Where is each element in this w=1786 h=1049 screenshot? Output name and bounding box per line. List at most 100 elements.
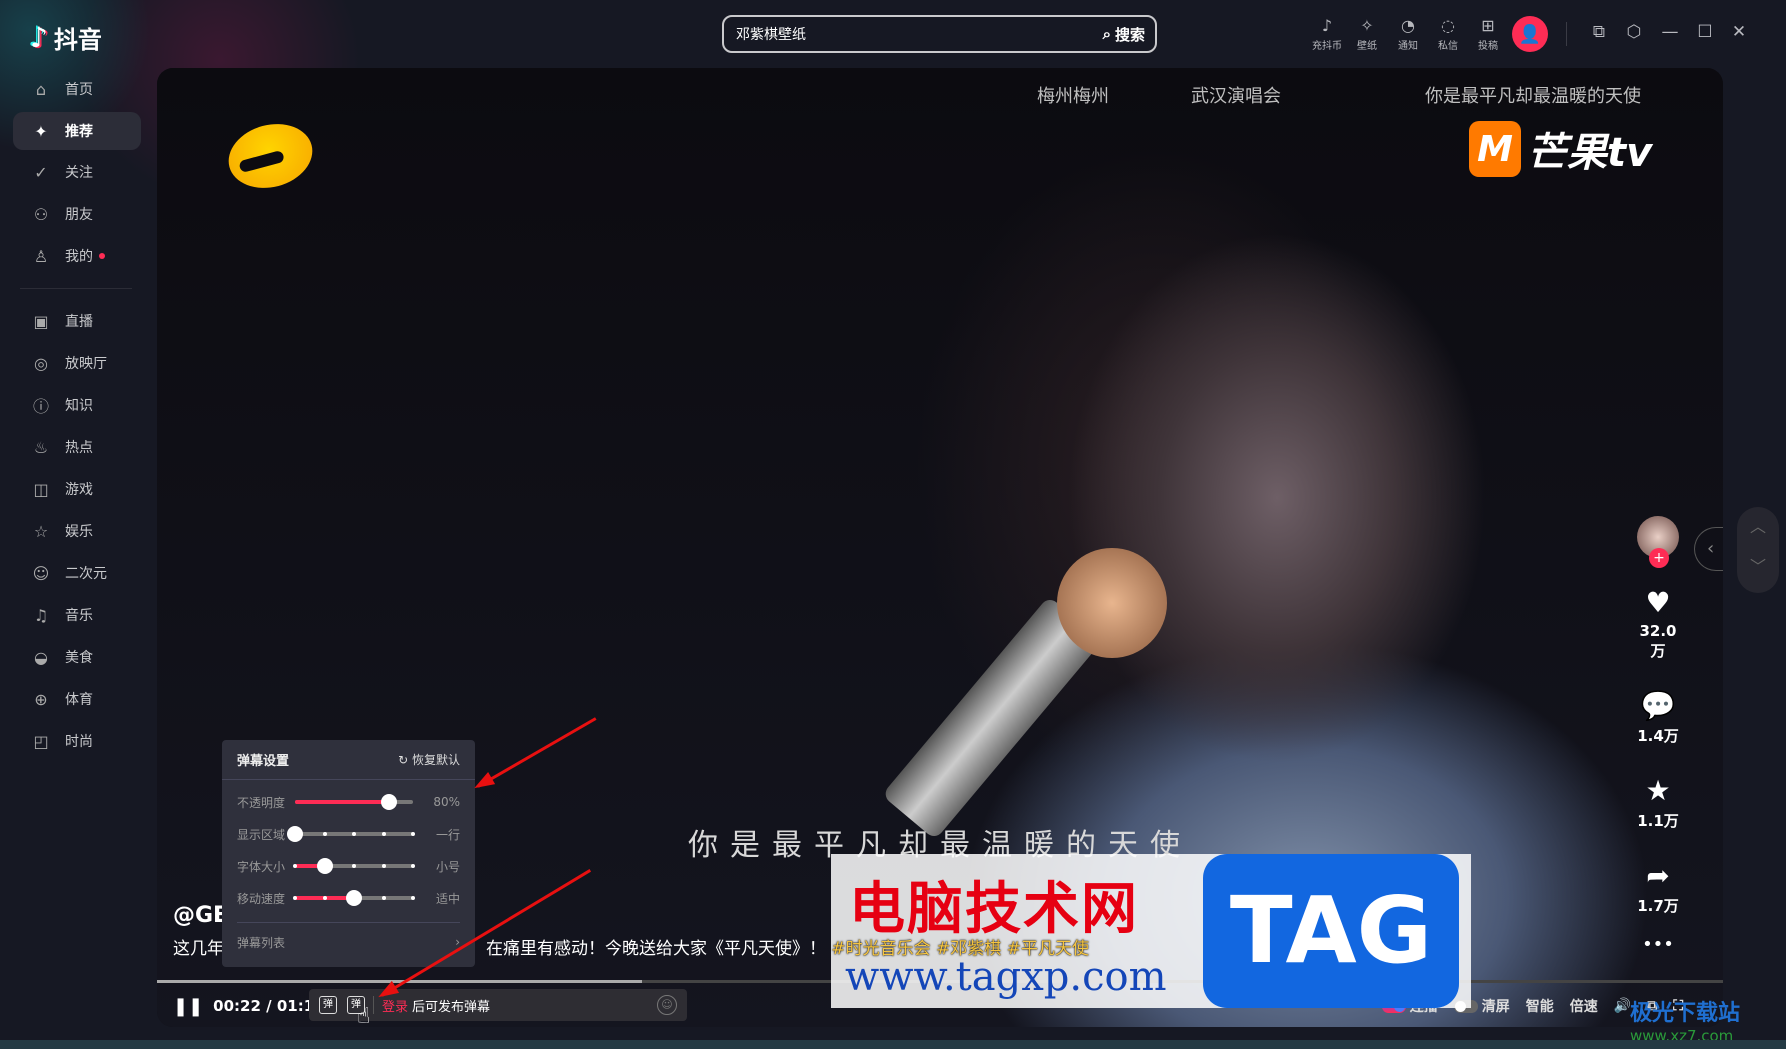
fire-icon: ♨ (33, 437, 49, 457)
sidebar-item-label: 放映厅 (65, 356, 107, 372)
danmaku-toggle-icon[interactable]: 弹 (319, 996, 337, 1014)
watermark-url: www.tagxp.com (845, 954, 1167, 1000)
sidebar-item-label: 我的 (65, 249, 93, 265)
sidebar-item[interactable]: ⚇ 朋友 (13, 195, 141, 233)
sidebar-item[interactable]: ⊕ 体育 (13, 680, 141, 718)
hashtag[interactable]: #平凡天使 (1007, 939, 1089, 959)
top-tag[interactable]: 武汉演唱会 (1191, 82, 1281, 108)
sparkle-icon: ✦ (34, 121, 48, 141)
gamepad-icon: ◫ (33, 479, 49, 499)
pause-icon[interactable]: ❚❚ (173, 996, 203, 1017)
slider-knob[interactable] (287, 826, 303, 842)
sidebar-item[interactable]: ⌂ 首页 (13, 70, 141, 108)
desc-end: 在痛里有感动！今晚送给大家《平凡天使》！ (486, 939, 826, 959)
top-tag[interactable]: 你是最平凡却最温暖的天使 (1425, 82, 1641, 108)
slider-tick (352, 864, 356, 868)
user-icon: ♙ (33, 246, 49, 266)
app-logo[interactable]: ♪ 抖音 (30, 20, 102, 55)
slider-tick (322, 896, 327, 900)
sidebar-item-label: 直播 (65, 314, 93, 330)
upload-icon: ⊞ (1481, 16, 1495, 35)
action-bar: + ♥ 32.0万 💬 1.4万 ★ 1.1万 ➦ 1.7万 ••• (1635, 516, 1681, 960)
author-avatar[interactable]: + (1637, 516, 1679, 568)
sidebar-item-label: 娱乐 (65, 524, 93, 540)
watermark-tag: TAG (1203, 854, 1459, 1008)
slider-tick (411, 832, 415, 836)
sidebar-item[interactable]: ♙ 我的 (13, 237, 141, 275)
sidebar-item[interactable]: ✓ 关注 (13, 153, 141, 191)
top-button-label: 通知 (1398, 41, 1418, 52)
search-button[interactable]: ⌕ 搜索 (1103, 24, 1145, 45)
slider-tick (322, 832, 327, 836)
quality-button[interactable]: 智能 (1526, 996, 1554, 1016)
top-button-label: 投稿 (1478, 41, 1498, 52)
speed-button[interactable]: 倍速 (1570, 996, 1598, 1016)
setting-label: 不透明度 (237, 795, 286, 810)
sidebar-item-label: 二次元 (65, 566, 107, 582)
hashtag[interactable]: #时光音乐会 (831, 939, 930, 959)
sidebar-item[interactable]: ✦ 推荐 (13, 112, 141, 150)
volume-icon[interactable]: 🔊 (1614, 998, 1631, 1014)
sidebar-item[interactable]: ▣ 直播 (13, 302, 141, 340)
hashtag[interactable]: #邓紫棋 (936, 939, 1001, 959)
top-button-label: 私信 (1438, 41, 1458, 52)
author-name[interactable]: @GE (173, 903, 228, 928)
home-icon: ⌂ (35, 79, 47, 99)
setting-value: 小号 (435, 859, 460, 874)
sidebar-item-label: 美食 (65, 650, 93, 666)
more-icon[interactable]: ••• (1635, 930, 1681, 960)
maximize-icon[interactable]: ☐ (1693, 22, 1717, 42)
danmaku-list-link[interactable]: 弹幕列表 › (222, 923, 475, 961)
share-icon[interactable]: ➦ (1635, 861, 1681, 891)
sidebar-item[interactable]: ◫ 游戏 (13, 470, 141, 508)
desc-start: 这几年 (173, 939, 224, 959)
setting-slider[interactable] (287, 826, 415, 842)
top-button[interactable]: ⊞ 投稿 (1465, 16, 1511, 52)
sidebar-item-label: 推荐 (65, 124, 93, 140)
emoji-icon[interactable]: ☺ (657, 995, 677, 1015)
bag-icon: ◰ (33, 731, 49, 751)
heart-icon[interactable]: ♥ (1635, 588, 1681, 618)
sidebar-item-label: 首页 (65, 82, 93, 98)
sidebar-item[interactable]: ◒ 美食 (13, 638, 141, 676)
star-icon[interactable]: ★ (1635, 776, 1681, 806)
chevron-up-icon[interactable]: ︿ (1737, 507, 1779, 547)
watermark-text: 电脑技术网 (849, 877, 1139, 942)
site-watermark: 极光下载站 www.xz7.com (1630, 995, 1740, 1045)
search-input[interactable]: 邓紫棋壁纸 ⌕ 搜索 (722, 15, 1157, 53)
pip-window-icon[interactable]: ⧉ (1587, 22, 1611, 42)
setting-slider[interactable] (293, 890, 415, 906)
comment-count: 1.4万 (1637, 727, 1679, 745)
sidebar-item[interactable]: ☆ 娱乐 (13, 512, 141, 550)
follow-plus-icon[interactable]: + (1649, 548, 1669, 568)
slider-knob[interactable] (381, 794, 398, 810)
sidebar-item[interactable]: ◰ 时尚 (13, 722, 141, 760)
user-avatar[interactable]: 👤 (1512, 16, 1548, 52)
comment-icon[interactable]: 💬 (1635, 691, 1681, 721)
hand-cursor-icon: ☝ (357, 1004, 371, 1029)
sidebar-item[interactable]: ◎ 放映厅 (13, 344, 141, 382)
sidebar-item[interactable]: ⓘ 知识 (13, 386, 141, 424)
close-icon[interactable]: ✕ (1727, 22, 1751, 42)
reset-button[interactable]: ↻ 恢复默认 (398, 751, 460, 768)
slider-knob[interactable] (316, 858, 333, 874)
setting-slider[interactable] (295, 794, 413, 810)
sidebar-item[interactable]: ♫ 音乐 (13, 596, 141, 634)
setting-value: 一行 (435, 827, 460, 842)
setting-row: 移动速度 适中 (222, 882, 475, 914)
taskbar (0, 1040, 1786, 1049)
hexagon-icon[interactable]: ⬡ (1622, 22, 1646, 42)
sidebar-item[interactable]: ☺ 二次元 (13, 554, 141, 592)
top-button[interactable]: ✧ 壁纸 (1344, 16, 1390, 52)
slider-tick (293, 896, 297, 900)
chevron-down-icon[interactable]: ﹀ (1737, 547, 1779, 587)
user-icon: 👤 (1518, 23, 1542, 45)
sidebar-item-label: 朋友 (65, 207, 93, 223)
sidebar-item-label: 时尚 (65, 734, 93, 750)
top-tag[interactable]: 梅州梅州 (1037, 82, 1109, 108)
sidebar-item[interactable]: ♨ 热点 (13, 428, 141, 466)
setting-slider[interactable] (293, 858, 415, 874)
slider-tick (411, 864, 415, 868)
slider-knob[interactable] (346, 890, 362, 906)
minimize-icon[interactable]: — (1658, 22, 1682, 42)
